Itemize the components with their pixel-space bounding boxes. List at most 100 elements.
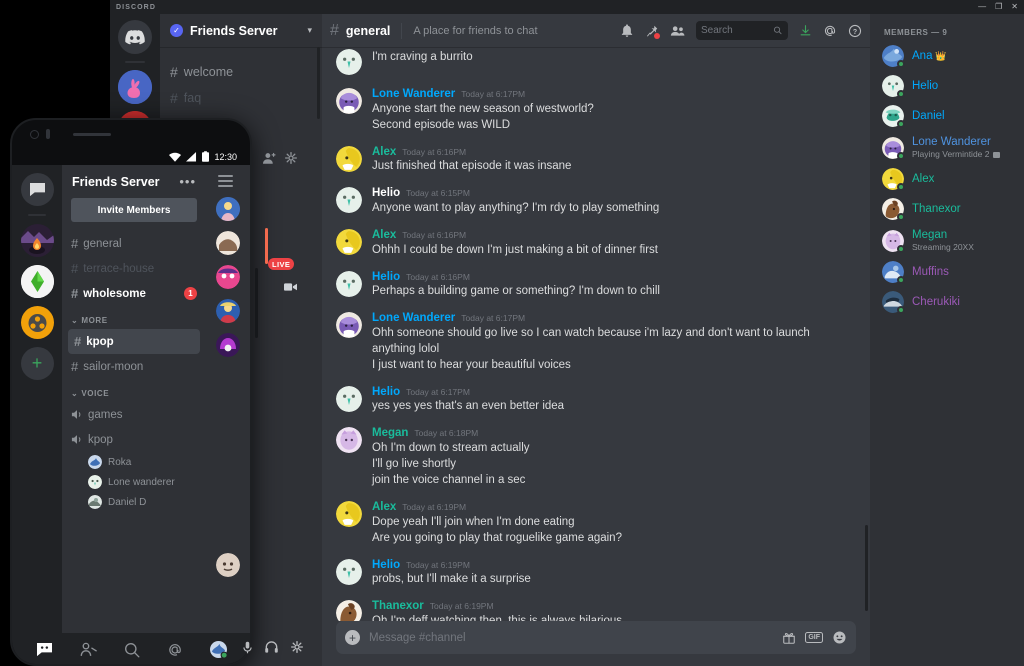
- search-box[interactable]: [696, 21, 788, 40]
- phone-channel-sailor-moon[interactable]: # sailor-moon: [62, 354, 206, 379]
- phone-channel-kpop-text[interactable]: # kpop: [68, 329, 200, 354]
- friends-icon[interactable]: [80, 642, 97, 657]
- message-input-box[interactable]: + Message #channel GIF: [336, 621, 856, 654]
- phone-channel-wholesome[interactable]: # wholesome 1: [62, 281, 206, 306]
- server-header[interactable]: ✓ Friends Server ▾: [160, 14, 322, 47]
- peek-avatar[interactable]: [216, 197, 240, 221]
- avatar[interactable]: [336, 501, 362, 528]
- add-member-icon[interactable]: [263, 152, 276, 164]
- category-voice[interactable]: ⌄ VOICE: [62, 379, 206, 402]
- message-scrollbar[interactable]: [865, 525, 868, 611]
- overflow-dots-icon[interactable]: •••: [179, 174, 196, 189]
- avatar[interactable]: [336, 145, 362, 172]
- invite-members-button[interactable]: Invite Members: [71, 198, 197, 222]
- message-author[interactable]: Helio: [372, 187, 400, 200]
- server-icon-bunny[interactable]: [118, 70, 152, 104]
- gif-button[interactable]: GIF: [805, 632, 823, 643]
- channel-faq[interactable]: # faq: [160, 85, 322, 111]
- message-author[interactable]: Helio: [372, 559, 400, 572]
- emoji-icon[interactable]: [832, 630, 847, 645]
- member-row[interactable]: Ana 👑: [870, 41, 1024, 71]
- plus-icon[interactable]: +: [345, 630, 360, 645]
- member-row[interactable]: Lone Wanderer Playing Vermintide 2: [870, 131, 1024, 164]
- phone-dms-button[interactable]: [20, 173, 54, 206]
- chats-icon[interactable]: [36, 642, 53, 657]
- avatar[interactable]: [336, 558, 362, 585]
- peek-avatar[interactable]: [216, 299, 240, 323]
- peek-scrollbar[interactable]: [255, 268, 258, 338]
- gear-icon[interactable]: [291, 641, 303, 654]
- message-list[interactable]: I'm craving a burrito Lone Wanderer Today …: [322, 47, 870, 621]
- avatar[interactable]: [336, 427, 362, 454]
- mentions-icon[interactable]: [823, 24, 837, 38]
- close-button[interactable]: ✕: [1011, 3, 1018, 11]
- member-row[interactable]: Megan Streaming 20XX: [870, 224, 1024, 257]
- minimize-button[interactable]: —: [978, 3, 986, 11]
- message-author[interactable]: Helio: [372, 386, 400, 399]
- avatar[interactable]: [336, 88, 362, 114]
- pin-icon[interactable]: [645, 24, 660, 39]
- peek-avatar[interactable]: [216, 265, 240, 289]
- search-input[interactable]: [701, 25, 774, 36]
- message-author[interactable]: Thanexor: [372, 600, 424, 613]
- message-input-placeholder[interactable]: Message #channel: [369, 632, 782, 644]
- profile-avatar[interactable]: [209, 641, 227, 658]
- chevron-down-icon[interactable]: ▾: [307, 25, 312, 36]
- avatar[interactable]: [336, 228, 362, 255]
- peek-avatar[interactable]: [216, 553, 240, 577]
- channel-welcome[interactable]: # welcome: [160, 59, 322, 85]
- avatar[interactable]: [336, 600, 362, 621]
- maximize-button[interactable]: ❐: [995, 3, 1002, 11]
- avatar[interactable]: [336, 270, 362, 297]
- voice-user-lone-wanderer[interactable]: Lone wanderer: [62, 472, 206, 492]
- member-row[interactable]: Helio: [870, 71, 1024, 101]
- mentions-icon[interactable]: [167, 642, 183, 658]
- members-icon[interactable]: [670, 24, 685, 38]
- member-row[interactable]: Thanexor: [870, 194, 1024, 224]
- member-row[interactable]: Muffins: [870, 257, 1024, 287]
- category-more[interactable]: ⌄ MORE: [62, 306, 206, 329]
- online-status-indicator: [897, 183, 905, 191]
- voice-user-daniel-d[interactable]: Daniel D: [62, 492, 206, 512]
- voice-user-roka[interactable]: Roka: [62, 452, 206, 472]
- peek-avatar[interactable]: [216, 231, 240, 255]
- home-button[interactable]: [118, 20, 152, 54]
- avatar[interactable]: [336, 385, 362, 412]
- message-author[interactable]: Alex: [372, 229, 396, 242]
- camera-icon[interactable]: [284, 282, 297, 292]
- sidebar-scrollbar[interactable]: [317, 47, 320, 119]
- inbox-download-icon[interactable]: [799, 24, 812, 37]
- message-author[interactable]: Helio: [372, 271, 400, 284]
- peek-avatar[interactable]: [216, 333, 240, 357]
- phone-voice-channel-kpop[interactable]: kpop: [62, 427, 206, 452]
- gift-icon[interactable]: [782, 631, 796, 645]
- avatar[interactable]: [336, 312, 362, 339]
- hamburger-icon[interactable]: [206, 165, 250, 187]
- member-row[interactable]: Daniel: [870, 101, 1024, 131]
- message-author[interactable]: Alex: [372, 146, 396, 159]
- message-author[interactable]: Lone Wanderer: [372, 312, 455, 325]
- message-author[interactable]: Alex: [372, 501, 396, 514]
- message-header: Helio Today at 6:17PM: [372, 386, 856, 399]
- phone-channel-general[interactable]: # general: [62, 231, 206, 256]
- headphones-icon[interactable]: [265, 641, 278, 654]
- bell-icon[interactable]: [620, 23, 634, 38]
- phone-server-campfire[interactable]: [20, 224, 54, 257]
- message-author[interactable]: Megan: [372, 427, 408, 440]
- phone-channel-terrace-house[interactable]: # terrace-house: [62, 256, 206, 281]
- avatar[interactable]: [336, 187, 362, 214]
- phone-voice-channel-games[interactable]: games: [62, 402, 206, 427]
- member-row[interactable]: Cherukiki: [870, 287, 1024, 317]
- gear-icon[interactable]: [285, 152, 297, 164]
- message-row: I'm craving a burrito: [322, 49, 870, 75]
- help-icon[interactable]: ?: [848, 24, 862, 38]
- avatar[interactable]: [336, 49, 362, 75]
- phone-add-server-button[interactable]: +: [20, 347, 54, 380]
- microphone-icon[interactable]: [243, 641, 252, 654]
- phone-server-orange[interactable]: [20, 306, 54, 339]
- phone-server-header[interactable]: Friends Server •••: [62, 174, 206, 198]
- message-author[interactable]: Lone Wanderer: [372, 88, 455, 101]
- member-row[interactable]: Alex: [870, 164, 1024, 194]
- phone-server-sims[interactable]: [20, 265, 54, 298]
- search-icon[interactable]: [124, 642, 140, 658]
